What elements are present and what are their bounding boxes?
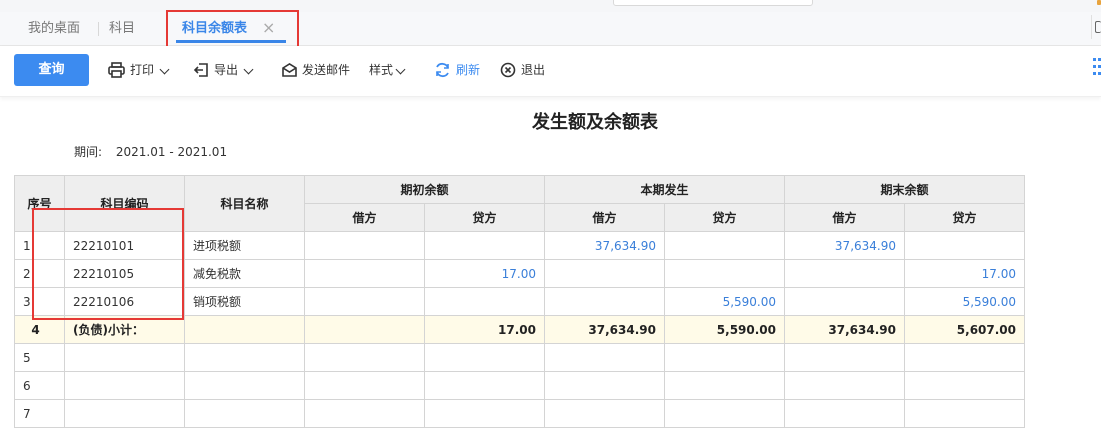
empty-row: 5 — [14, 343, 1025, 372]
export-button[interactable]: 导出 — [193, 54, 255, 86]
header-debit: 借方 — [304, 203, 425, 232]
chevron-down-icon — [159, 64, 170, 75]
cell-close-credit[interactable] — [904, 231, 1025, 260]
global-search-input[interactable] — [613, 0, 813, 6]
cell-cur-credit[interactable] — [664, 231, 785, 260]
collapse-panel-icon[interactable] — [1091, 15, 1101, 39]
cell-cur-debit[interactable]: 37,634.90 — [544, 231, 665, 260]
header-debit: 借方 — [784, 203, 905, 232]
cell-cur-debit[interactable] — [544, 259, 665, 288]
report-title: 发生额及余额表 — [532, 112, 658, 133]
refresh-label: 刷新 — [456, 63, 481, 77]
cell-close-debit[interactable] — [784, 287, 905, 316]
header-credit: 贷方 — [904, 203, 1025, 232]
toolbar: 查询 打印 导出 发送邮件 样式 刷新 退出 — [0, 46, 1101, 97]
cell-close-credit[interactable]: 17.00 — [904, 259, 1025, 288]
cell-close-credit: 5,607.00 — [904, 315, 1025, 344]
cell-name — [184, 315, 305, 344]
header-credit: 贷方 — [424, 203, 545, 232]
period-row: 期间: 2021.01 - 2021.01 — [74, 143, 227, 160]
cell-seq: 6 — [14, 371, 65, 400]
export-label: 导出 — [214, 63, 239, 77]
cell-open-debit[interactable] — [304, 287, 425, 316]
header-current: 本期发生 — [544, 175, 785, 204]
cell-name: 减免税款 — [184, 259, 305, 288]
cell-close-debit[interactable]: 37,634.90 — [784, 231, 905, 260]
style-dropdown[interactable]: 样式 — [369, 54, 411, 86]
cell-close-debit[interactable] — [784, 259, 905, 288]
cell-open-credit: 17.00 — [424, 315, 545, 344]
close-circle-icon — [500, 62, 516, 78]
annotation-box-codes — [32, 208, 184, 320]
refresh-icon — [436, 62, 449, 78]
printer-icon — [108, 62, 125, 78]
cell-seq: 7 — [14, 399, 65, 428]
header-debit: 借方 — [544, 203, 665, 232]
header-closing: 期末余额 — [784, 175, 1025, 204]
cell-open-credit[interactable] — [424, 287, 545, 316]
cell-close-debit: 37,634.90 — [784, 315, 905, 344]
cell-cur-credit: 5,590.00 — [664, 315, 785, 344]
cell-cur-credit[interactable]: 5,590.00 — [664, 287, 785, 316]
cell-cur-debit[interactable] — [544, 287, 665, 316]
cell-open-debit[interactable] — [304, 259, 425, 288]
notification-icon[interactable] — [1097, 0, 1101, 5]
mail-icon — [282, 63, 297, 77]
cell-open-debit[interactable] — [304, 231, 425, 260]
chevron-down-icon — [395, 64, 406, 75]
cell-open-credit[interactable] — [424, 231, 545, 260]
tab-my-desktop[interactable]: 我的桌面 — [28, 12, 80, 45]
refresh-button[interactable]: 刷新 — [434, 54, 484, 86]
exit-label: 退出 — [521, 63, 546, 77]
export-icon — [193, 63, 208, 77]
grid-menu-icon[interactable] — [1093, 58, 1101, 76]
cell-close-credit[interactable]: 5,590.00 — [904, 287, 1025, 316]
header-opening: 期初余额 — [304, 175, 545, 204]
period-value: 2021.01 - 2021.01 — [115, 145, 228, 159]
tab-divider — [98, 22, 99, 36]
empty-row: 6 — [14, 371, 1025, 400]
header-name: 科目名称 — [184, 175, 305, 232]
header-credit: 贷方 — [664, 203, 785, 232]
print-label: 打印 — [130, 63, 155, 77]
cell-seq: 5 — [14, 343, 65, 372]
cell-name: 进项税额 — [184, 231, 305, 260]
print-button[interactable]: 打印 — [108, 54, 170, 86]
cell-open-debit — [304, 315, 425, 344]
cell-cur-credit[interactable] — [664, 259, 785, 288]
style-label: 样式 — [369, 63, 394, 77]
cell-open-credit[interactable]: 17.00 — [424, 259, 545, 288]
send-mail-label: 发送邮件 — [302, 63, 351, 77]
tab-subjects[interactable]: 科目 — [109, 12, 135, 45]
period-label: 期间: — [74, 145, 103, 159]
cell-cur-debit: 37,634.90 — [544, 315, 665, 344]
send-mail-button[interactable]: 发送邮件 — [281, 54, 353, 86]
empty-row: 7 — [14, 399, 1025, 428]
header-row-top: 序号 科目编码 科目名称 期初余额 本期发生 期末余额 — [14, 175, 1025, 232]
chevron-down-icon — [243, 64, 254, 75]
cell-name: 销项税额 — [184, 287, 305, 316]
query-button[interactable]: 查询 — [14, 54, 89, 86]
exit-button[interactable]: 退出 — [500, 54, 548, 86]
